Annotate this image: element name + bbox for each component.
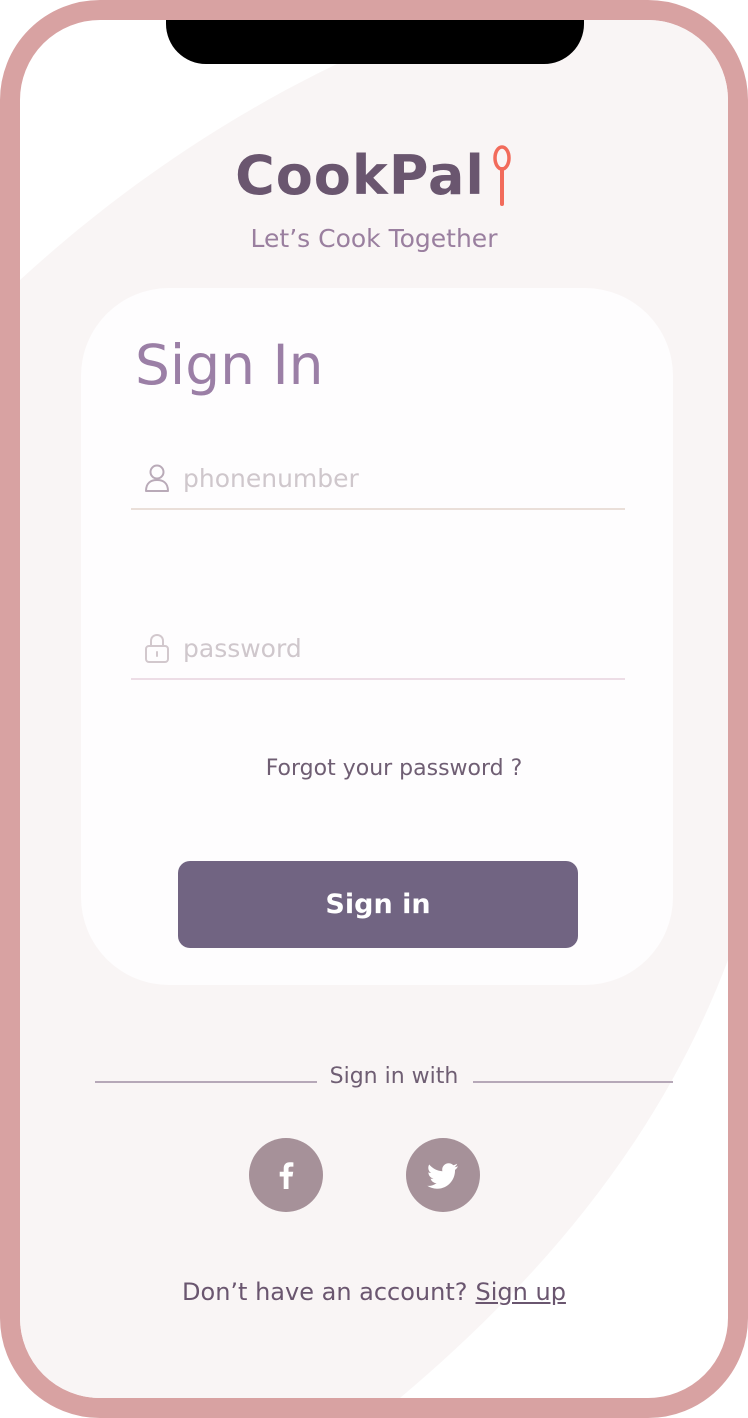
facebook-icon: [279, 1162, 294, 1189]
password-input[interactable]: [183, 626, 613, 670]
facebook-button[interactable]: [249, 1138, 323, 1212]
divider-line-left: [95, 1081, 317, 1083]
password-field: [131, 622, 625, 680]
signup-prompt-text: Don’t have an account?: [182, 1278, 468, 1306]
page-title: Sign In: [135, 333, 324, 397]
sign-up-link[interactable]: Sign up: [476, 1278, 566, 1306]
divider-line-right: [473, 1081, 673, 1083]
twitter-icon: [427, 1163, 458, 1189]
twitter-button[interactable]: [406, 1138, 480, 1212]
social-divider: Sign in with: [95, 1060, 673, 1100]
device-notch: [166, 20, 584, 64]
forgot-password-link[interactable]: Forgot your password ?: [81, 756, 673, 781]
app-name: CookPal: [235, 144, 485, 207]
lock-icon: [145, 633, 169, 663]
spoon-icon: [493, 145, 511, 206]
logo: CookPal: [235, 144, 513, 208]
phone-input[interactable]: [183, 456, 613, 500]
tagline: Let’s Cook Together: [250, 224, 498, 253]
brand-header: CookPal Let’s Cook Together: [20, 144, 728, 253]
social-label: Sign in with: [329, 1064, 459, 1089]
user-icon: [145, 464, 169, 492]
phone-field: [131, 452, 625, 510]
signin-card: Sign In Forgot your password ? Sign in: [81, 288, 673, 985]
sign-in-button[interactable]: Sign in: [178, 861, 578, 948]
signup-prompt: Don’t have an account? Sign up: [20, 1278, 728, 1306]
phone-frame: CookPal Let’s Cook Together Sign In phon…: [0, 0, 748, 1418]
